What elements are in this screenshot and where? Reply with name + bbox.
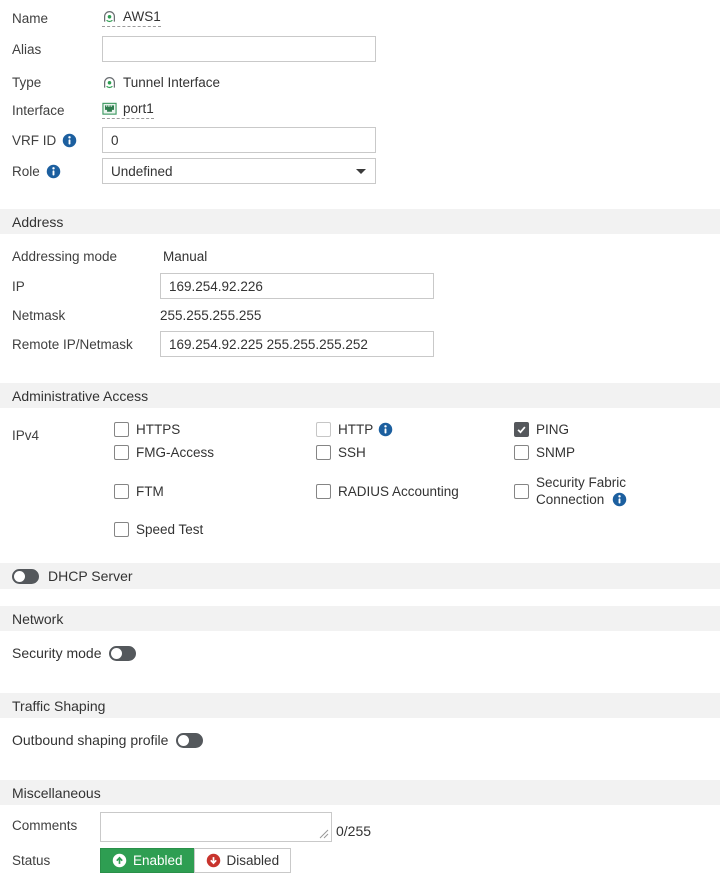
dhcp-server-toggle[interactable] [12, 569, 39, 584]
vrf-row: VRF ID [0, 127, 720, 153]
tunnel-icon [102, 75, 117, 90]
name-row: Name AWS1 [0, 8, 720, 28]
addressing-mode-value: Manual [160, 249, 207, 264]
parent-interface-row: Interface port1 [0, 100, 720, 120]
chevron-down-icon [356, 169, 366, 174]
type-label: Type [12, 75, 102, 90]
ip-row: IP [0, 273, 720, 299]
checkbox-box[interactable] [514, 422, 529, 437]
resize-grip-icon[interactable] [319, 829, 329, 839]
checkbox-box[interactable] [114, 484, 129, 499]
miscellaneous-section-header: Miscellaneous [0, 780, 720, 805]
remote-ip-input[interactable] [160, 331, 434, 357]
checkbox-ftm[interactable]: FTM [114, 484, 316, 499]
checkbox-box[interactable] [514, 484, 529, 499]
alias-input[interactable] [102, 36, 376, 62]
comments-textarea-wrap [100, 812, 332, 845]
checkbox-box[interactable] [114, 422, 129, 437]
comments-textarea[interactable] [100, 812, 332, 842]
checkbox-http[interactable]: HTTP [316, 422, 514, 437]
checkbox-fmg-access[interactable]: FMG-Access [114, 445, 316, 460]
info-icon[interactable] [62, 133, 77, 148]
role-select[interactable]: Undefined [102, 158, 376, 184]
ipv4-label: IPv4 [12, 422, 114, 443]
checkbox-box[interactable] [114, 522, 129, 537]
interface-edit-form: Name AWS1 Alias Type Tunnel Interface I [0, 0, 720, 873]
role-row: Role Undefined [0, 158, 720, 184]
comments-counter: 0/255 [336, 823, 371, 845]
parent-interface-chip[interactable]: port1 [102, 101, 154, 119]
ip-input[interactable] [160, 273, 434, 299]
info-icon[interactable] [612, 492, 627, 507]
status-row: Status Enabled Disabled [0, 848, 720, 873]
netmask-row: Netmask 255.255.255.255 [0, 306, 720, 324]
toggle-knob [111, 648, 122, 659]
interface-name-chip[interactable]: AWS1 [102, 9, 161, 27]
traffic-shaping-section-header: Traffic Shaping [0, 693, 720, 718]
status-enabled-button[interactable]: Enabled [100, 848, 195, 873]
type-value: Tunnel Interface [102, 75, 220, 90]
address-section-header: Address [0, 209, 720, 234]
alias-label: Alias [12, 42, 102, 57]
checkbox-box[interactable] [316, 445, 331, 460]
security-mode-row: Security mode [0, 643, 720, 663]
vrf-label: VRF ID [12, 133, 102, 148]
status-label: Status [12, 853, 100, 868]
arrow-up-circle-icon [112, 853, 127, 868]
ip-label: IP [12, 279, 160, 294]
ipv4-access-row: IPv4 HTTPS HTTP [0, 422, 720, 537]
comments-row: Comments 0/255 [0, 812, 720, 845]
role-selected-value: Undefined [111, 164, 173, 179]
checkbox-speed-test[interactable]: Speed Test [114, 522, 316, 537]
addressing-mode-label: Addressing mode [12, 249, 160, 264]
name-label: Name [12, 11, 102, 26]
dhcp-server-label: DHCP Server [48, 568, 133, 584]
checkbox-snmp[interactable]: SNMP [514, 445, 720, 460]
arrow-down-circle-icon [206, 853, 221, 868]
checkbox-box[interactable] [514, 445, 529, 460]
ethernet-port-icon [102, 101, 117, 116]
remote-ip-label: Remote IP/Netmask [12, 337, 160, 352]
status-segmented-control: Enabled Disabled [100, 848, 291, 873]
checkbox-https[interactable]: HTTPS [114, 422, 316, 437]
alias-row: Alias [0, 36, 720, 62]
check-icon [516, 424, 527, 435]
toggle-knob [14, 571, 25, 582]
outbound-shaping-row: Outbound shaping profile [0, 730, 720, 750]
checkbox-security-fabric[interactable]: Security Fabric Connection [514, 474, 720, 508]
admin-access-section-header: Administrative Access [0, 383, 720, 408]
checkbox-radius-accounting[interactable]: RADIUS Accounting [316, 484, 514, 499]
parent-interface-text: port1 [123, 101, 154, 116]
security-mode-toggle[interactable] [109, 646, 136, 661]
outbound-shaping-toggle[interactable] [176, 733, 203, 748]
ipv4-access-grid: HTTPS HTTP PING [114, 422, 720, 537]
interface-name-text: AWS1 [123, 9, 161, 24]
checkbox-ssh[interactable]: SSH [316, 445, 514, 460]
dhcp-server-bar: DHCP Server [0, 563, 720, 589]
tunnel-icon [102, 9, 117, 24]
checkbox-ping[interactable]: PING [514, 422, 720, 437]
outbound-shaping-label: Outbound shaping profile [12, 732, 168, 748]
status-disabled-button[interactable]: Disabled [194, 848, 292, 873]
network-section-header: Network [0, 606, 720, 631]
checkbox-box[interactable] [114, 445, 129, 460]
type-row: Type Tunnel Interface [0, 72, 720, 92]
type-value-text: Tunnel Interface [123, 75, 220, 90]
addressing-mode-row: Addressing mode Manual [0, 247, 720, 265]
comments-label: Comments [12, 812, 100, 833]
netmask-label: Netmask [12, 308, 160, 323]
vrf-input[interactable] [102, 127, 376, 153]
info-icon[interactable] [46, 164, 61, 179]
remote-ip-row: Remote IP/Netmask [0, 331, 720, 357]
role-label: Role [12, 164, 102, 179]
netmask-value: 255.255.255.255 [160, 308, 261, 323]
parent-interface-label: Interface [12, 103, 102, 118]
info-icon[interactable] [378, 422, 393, 437]
checkbox-box[interactable] [316, 484, 331, 499]
security-mode-label: Security mode [12, 645, 101, 661]
checkbox-box[interactable] [316, 422, 331, 437]
toggle-knob [178, 735, 189, 746]
